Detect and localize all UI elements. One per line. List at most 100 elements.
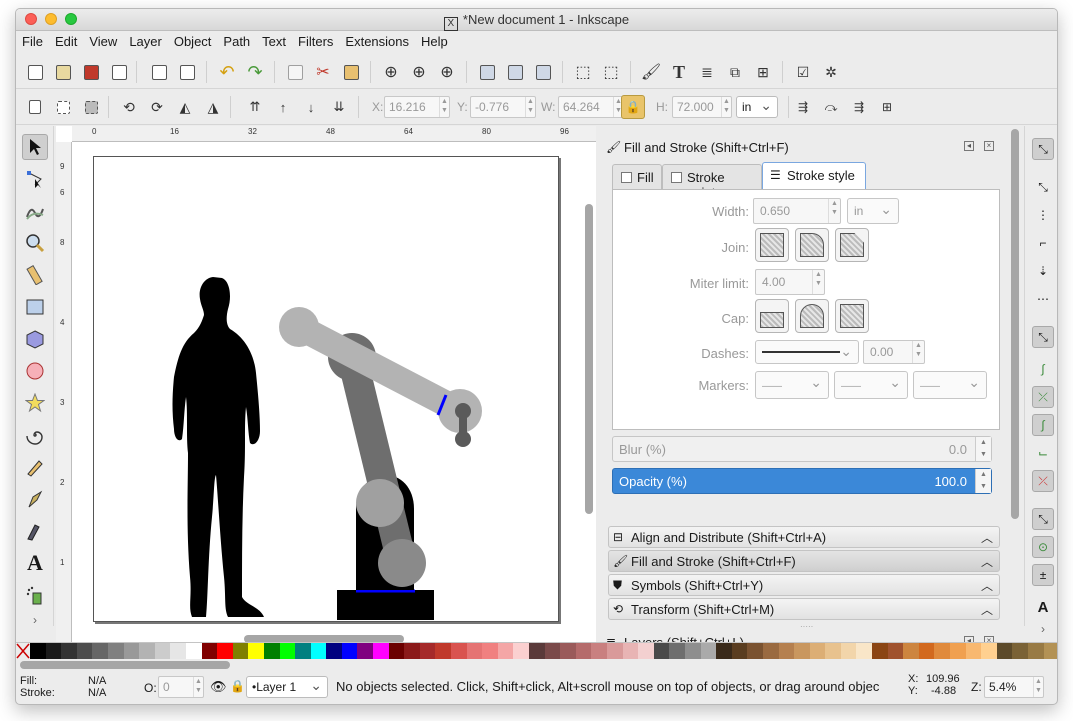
opacity-field[interactable]: 0 ▲ ▼: [158, 676, 204, 698]
lock-ratio-icon[interactable]: 🔒: [621, 95, 645, 119]
snap-enable-icon[interactable]: ⤡: [1032, 138, 1054, 160]
menu-help[interactable]: Help: [415, 31, 454, 49]
clone-icon[interactable]: [504, 61, 526, 83]
color-swatch[interactable]: [497, 643, 514, 659]
menu-extensions[interactable]: Extensions: [339, 31, 415, 49]
pencil-tool-icon[interactable]: [22, 454, 48, 480]
import-icon[interactable]: [148, 61, 170, 83]
more-snap-icon[interactable]: ›: [1032, 618, 1054, 640]
width-field[interactable]: 0.650 ▲ ▼: [753, 198, 841, 224]
scale-corners-icon[interactable]: ⤼: [820, 96, 842, 118]
color-swatch[interactable]: [529, 643, 545, 659]
color-swatch[interactable]: [684, 643, 701, 659]
width-unit-select[interactable]: in: [847, 198, 899, 224]
h-spin[interactable]: ▲ ▼: [721, 97, 731, 117]
pen-tool-icon[interactable]: [22, 486, 48, 512]
open-file-icon[interactable]: [52, 61, 74, 83]
color-swatch[interactable]: [232, 643, 249, 659]
zoom-tool-icon[interactable]: [22, 230, 48, 256]
mid-marker-select[interactable]: ——: [834, 371, 908, 399]
color-swatch[interactable]: [123, 643, 140, 659]
scroll-thumb[interactable]: [20, 661, 230, 669]
align-distribute-icon[interactable]: ⊞: [752, 61, 774, 83]
miter-spin[interactable]: ▲ ▼: [812, 270, 824, 294]
color-swatch[interactable]: [731, 643, 748, 659]
snap-bbox-center-icon[interactable]: ⋯: [1032, 288, 1054, 310]
snap-path-intersections-icon[interactable]: ⤫: [1032, 386, 1054, 408]
color-swatch[interactable]: [856, 643, 873, 659]
color-swatch[interactable]: [981, 643, 997, 659]
selector-tool-icon[interactable]: [22, 134, 48, 160]
color-swatch[interactable]: [263, 643, 280, 659]
y-field[interactable]: -0.776 ▲ ▼: [470, 96, 536, 118]
deselect-icon[interactable]: [80, 96, 102, 118]
export-icon[interactable]: [176, 61, 198, 83]
color-swatch[interactable]: [451, 643, 467, 659]
dash-offset-field[interactable]: 0.00 ▲ ▼: [863, 340, 925, 364]
robot-base-joint[interactable]: [378, 539, 426, 587]
color-swatch[interactable]: [295, 643, 311, 659]
duplicate-icon[interactable]: [476, 61, 498, 83]
cut-icon[interactable]: ✂: [312, 61, 334, 83]
lower-icon[interactable]: ↓: [300, 96, 322, 118]
lock-layer-icon[interactable]: 🔒: [230, 679, 245, 693]
color-swatch[interactable]: [30, 643, 46, 659]
color-swatch[interactable]: [1028, 643, 1044, 659]
color-swatch[interactable]: [575, 643, 592, 659]
fill-stroke-icon[interactable]: 🖌: [640, 61, 662, 83]
color-swatch[interactable]: [809, 643, 826, 659]
unit-select[interactable]: in: [736, 96, 778, 118]
snap-bbox-midpoint-icon[interactable]: ⇣: [1032, 260, 1054, 282]
snap-smooth-nodes-icon[interactable]: ⌙: [1032, 442, 1054, 464]
color-swatch[interactable]: [762, 643, 779, 659]
color-swatch[interactable]: [934, 643, 951, 659]
snap-nodes-icon[interactable]: ⤡: [1032, 326, 1054, 348]
snap-midpoints-icon[interactable]: ⤫: [1032, 470, 1054, 492]
dock-item-fill-stroke[interactable]: 🖌 Fill and Stroke (Shift+Ctrl+F) ︿: [608, 550, 1000, 572]
color-swatch[interactable]: [482, 643, 498, 659]
color-swatch[interactable]: [357, 643, 374, 659]
color-swatch[interactable]: [887, 643, 904, 659]
preferences-icon[interactable]: ✲: [820, 61, 842, 83]
no-paint-swatch[interactable]: [16, 643, 30, 659]
color-swatch[interactable]: [201, 643, 218, 659]
color-swatch[interactable]: [419, 643, 436, 659]
3d-box-tool-icon[interactable]: [22, 326, 48, 352]
canvas-vertical-scrollbar[interactable]: [584, 144, 594, 634]
transform-patterns-icon[interactable]: ⊞: [876, 96, 898, 118]
color-swatch[interactable]: [341, 643, 358, 659]
redo-icon[interactable]: ↷: [244, 61, 266, 83]
robot-base-plate[interactable]: [337, 590, 434, 620]
dash-spin[interactable]: ▲ ▼: [912, 341, 924, 363]
robot-elbow-joint[interactable]: [356, 479, 404, 527]
flip-vertical-icon[interactable]: ◮: [202, 96, 224, 118]
layers-icon[interactable]: ≣: [696, 61, 718, 83]
x-field[interactable]: 16.216 ▲ ▼: [384, 96, 450, 118]
start-marker-select[interactable]: ——: [755, 371, 829, 399]
cap-round-button[interactable]: [795, 299, 829, 333]
blur-slider[interactable]: Blur (%) 0.0 ▲ ▼: [612, 436, 992, 462]
color-swatch[interactable]: [747, 643, 763, 659]
color-swatch[interactable]: [840, 643, 857, 659]
zoom-page-icon[interactable]: ⊕: [436, 61, 458, 83]
tweak-tool-icon[interactable]: [22, 198, 48, 224]
raise-icon[interactable]: ↑: [272, 96, 294, 118]
palette-scrollbar[interactable]: [20, 660, 1053, 670]
color-swatch[interactable]: [61, 643, 77, 659]
layer-select[interactable]: •Layer 1: [246, 676, 328, 698]
spiral-tool-icon[interactable]: [22, 422, 48, 448]
tab-stroke-paint[interactable]: Stroke paint: [662, 164, 762, 200]
menu-text[interactable]: Text: [256, 31, 292, 49]
color-swatch[interactable]: [965, 643, 982, 659]
copy-icon[interactable]: [284, 61, 306, 83]
width-spin[interactable]: ▲ ▼: [828, 199, 840, 223]
x-spin[interactable]: ▲ ▼: [439, 97, 449, 117]
zoom-drawing-icon[interactable]: ⊕: [408, 61, 430, 83]
color-swatch[interactable]: [794, 643, 810, 659]
star-tool-icon[interactable]: [22, 390, 48, 416]
color-swatch[interactable]: [139, 643, 155, 659]
tab-fill[interactable]: Fill: [612, 164, 662, 190]
document-page[interactable]: [93, 156, 559, 622]
snap-text-baseline-icon[interactable]: A: [1032, 596, 1054, 618]
menu-path[interactable]: Path: [217, 31, 256, 49]
